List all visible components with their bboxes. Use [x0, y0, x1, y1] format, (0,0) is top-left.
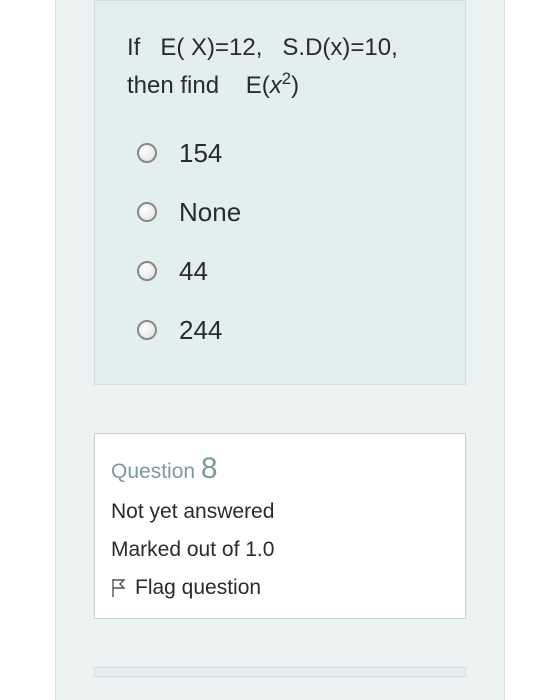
question-card: If E( X)=12, S.D(x)=10, then find E(x2) … [94, 0, 466, 385]
expr-ex: E( X)=12, [160, 34, 262, 61]
quiz-page: If E( X)=12, S.D(x)=10, then find E(x2) … [55, 0, 505, 700]
option-row[interactable]: 44 [137, 256, 433, 287]
flag-label: Flag question [135, 576, 261, 600]
answer-status: Not yet answered [111, 500, 449, 524]
expr-target: E(x2) [246, 72, 299, 99]
question-word: Question [111, 460, 195, 483]
radio-icon[interactable] [137, 261, 157, 281]
next-question-preview [94, 667, 466, 677]
question-number-line: Question 8 [111, 452, 449, 486]
prompt-prefix: If [127, 34, 140, 61]
options-group: 154 None 44 244 [127, 138, 433, 346]
option-label: 244 [179, 315, 222, 346]
radio-icon[interactable] [137, 143, 157, 163]
marks-line: Marked out of 1.0 [111, 538, 449, 562]
question-info-card: Question 8 Not yet answered Marked out o… [94, 433, 466, 619]
question-prompt: If E( X)=12, S.D(x)=10, then find E(x2) [127, 29, 433, 106]
question-number: 8 [201, 452, 218, 485]
radio-icon[interactable] [137, 320, 157, 340]
flag-icon [111, 578, 127, 598]
flag-question-link[interactable]: Flag question [111, 576, 449, 600]
option-label: 44 [179, 256, 208, 287]
option-row[interactable]: None [137, 197, 433, 228]
option-label: None [179, 197, 241, 228]
option-row[interactable]: 154 [137, 138, 433, 169]
prompt-mid: then find [127, 72, 219, 99]
option-label: 154 [179, 138, 222, 169]
expr-sd: S.D(x)=10, [282, 34, 397, 61]
option-row[interactable]: 244 [137, 315, 433, 346]
radio-icon[interactable] [137, 202, 157, 222]
